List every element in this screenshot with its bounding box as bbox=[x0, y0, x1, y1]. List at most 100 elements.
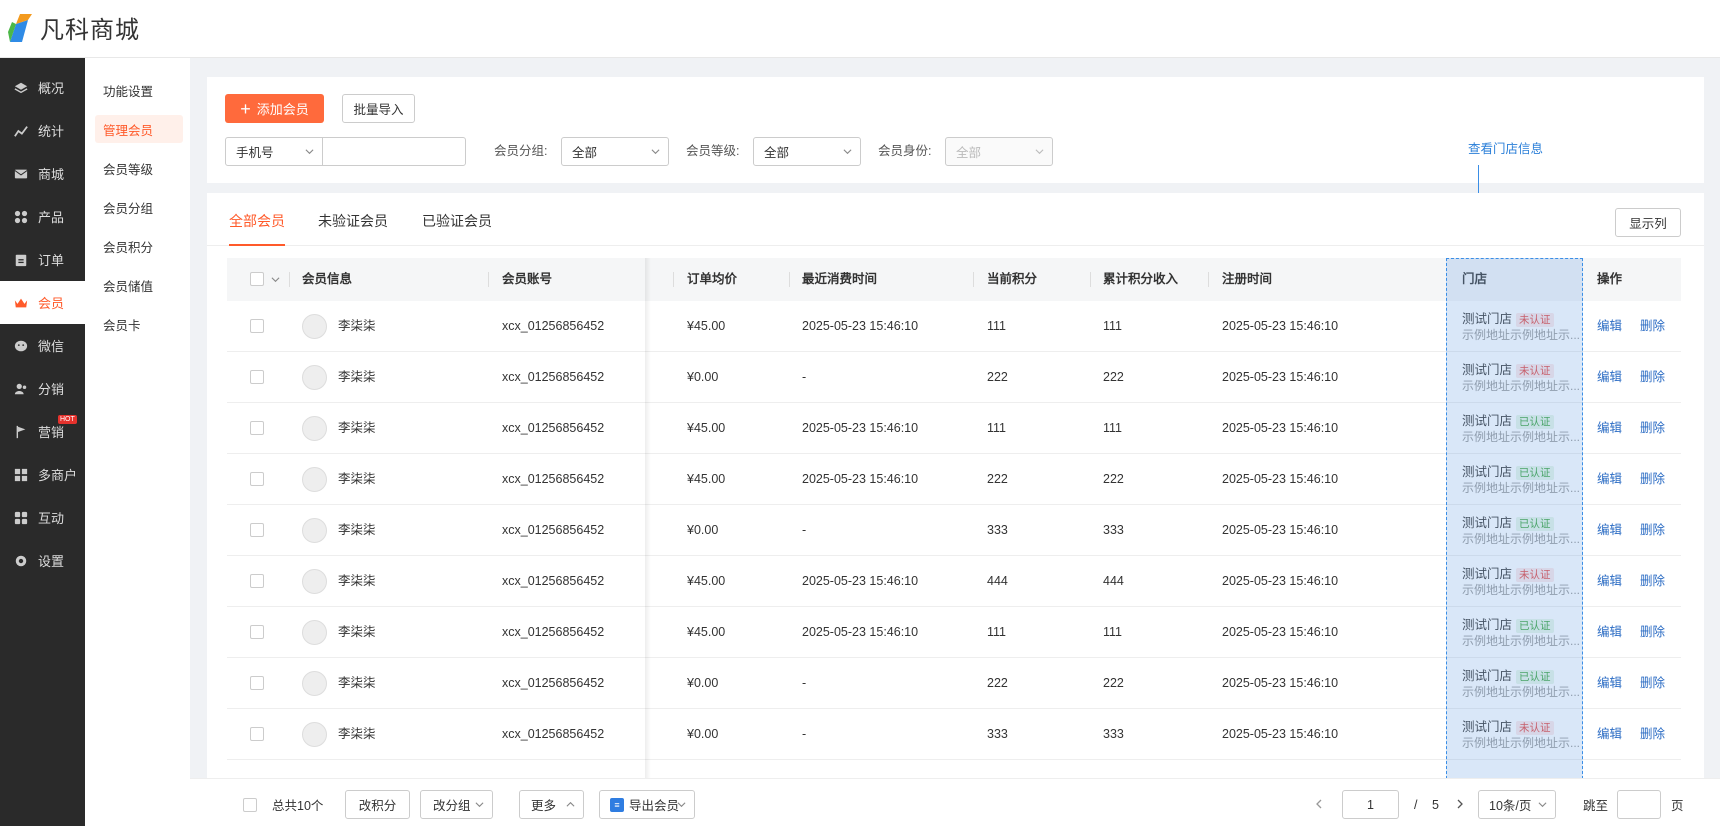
add-member-button[interactable]: + 添加会员 bbox=[225, 94, 324, 123]
footer-select-all-checkbox[interactable] bbox=[243, 798, 257, 812]
search-field-select[interactable]: 手机号 bbox=[225, 137, 323, 166]
nav-item-5[interactable]: 会员 bbox=[0, 281, 85, 324]
subnav-item-6[interactable]: 会员卡 bbox=[95, 310, 183, 338]
edit-link[interactable]: 编辑 bbox=[1597, 658, 1622, 709]
delete-link[interactable]: 删除 bbox=[1640, 301, 1665, 352]
last-purchase-time: - bbox=[802, 727, 807, 741]
nav-item-11[interactable]: 设置 bbox=[0, 539, 85, 582]
register-time: 2025-05-23 15:46:10 bbox=[1222, 421, 1339, 435]
group-filter-value: 全部 bbox=[572, 146, 598, 160]
edit-link[interactable]: 编辑 bbox=[1597, 454, 1622, 505]
edit-link[interactable]: 编辑 bbox=[1597, 505, 1622, 556]
group-filter-select[interactable]: 全部 bbox=[561, 137, 669, 166]
export-icon: ≡ bbox=[610, 797, 624, 812]
subnav-item-5[interactable]: 会员储值 bbox=[95, 271, 183, 299]
tab-verified-members[interactable]: 已验证会员 bbox=[422, 211, 492, 246]
edit-link[interactable]: 编辑 bbox=[1597, 403, 1622, 454]
subnav-item-1[interactable]: 管理会员 bbox=[95, 115, 183, 143]
avatar bbox=[302, 620, 327, 645]
level-filter-select[interactable]: 全部 bbox=[753, 137, 861, 166]
row-checkbox[interactable] bbox=[250, 625, 264, 639]
edit-link[interactable]: 编辑 bbox=[1597, 352, 1622, 403]
search-field-value: 手机号 bbox=[236, 146, 274, 160]
nav-item-7[interactable]: 分销 bbox=[0, 367, 85, 410]
nav-item-0[interactable]: 概况 bbox=[0, 66, 85, 109]
nav-item-8[interactable]: 营销 HOT bbox=[0, 410, 85, 453]
brand-logo[interactable]: 凡科商城 bbox=[6, 10, 140, 45]
subnav-item-4[interactable]: 会员积分 bbox=[95, 232, 183, 260]
row-checkbox[interactable] bbox=[250, 370, 264, 384]
avatar bbox=[302, 518, 327, 543]
subnav-item-0[interactable]: 功能设置 bbox=[95, 76, 183, 104]
gear-icon bbox=[13, 553, 28, 568]
nav-item-label: 概况 bbox=[38, 81, 65, 96]
prev-page-icon[interactable] bbox=[1314, 799, 1324, 809]
avatar bbox=[302, 416, 327, 441]
current-points: 222 bbox=[987, 676, 1008, 690]
row-checkbox[interactable] bbox=[250, 676, 264, 690]
add-member-label: 添加会员 bbox=[256, 102, 309, 117]
subnav-item-3[interactable]: 会员分组 bbox=[95, 193, 183, 221]
register-time: 2025-05-23 15:46:10 bbox=[1222, 727, 1339, 741]
change-group-select[interactable]: 改分组 bbox=[420, 790, 493, 819]
nav-item-1[interactable]: 统计 bbox=[0, 109, 85, 152]
delete-link[interactable]: 删除 bbox=[1640, 505, 1665, 556]
subnav-item-2[interactable]: 会员等级 bbox=[95, 154, 183, 182]
avatar bbox=[302, 467, 327, 492]
current-points: 111 bbox=[987, 421, 1007, 435]
edit-link[interactable]: 编辑 bbox=[1597, 607, 1622, 658]
total-points: 111 bbox=[1103, 421, 1123, 435]
delete-link[interactable]: 删除 bbox=[1640, 403, 1665, 454]
search-input[interactable] bbox=[322, 137, 466, 166]
delete-link[interactable]: 删除 bbox=[1640, 352, 1665, 403]
store-column-highlight bbox=[1446, 258, 1583, 779]
layers-icon bbox=[13, 80, 28, 95]
edit-link[interactable]: 编辑 bbox=[1597, 709, 1622, 760]
change-points-button[interactable]: 改积分 bbox=[345, 790, 410, 819]
delete-link[interactable]: 删除 bbox=[1640, 607, 1665, 658]
row-checkbox[interactable] bbox=[250, 319, 264, 333]
select-all-checkbox[interactable] bbox=[250, 272, 264, 286]
nav-item-4[interactable]: 订单 bbox=[0, 238, 85, 281]
member-name: 李柒柒 bbox=[338, 676, 376, 690]
nav-item-10[interactable]: 互动 bbox=[0, 496, 85, 539]
more-actions-button[interactable]: 更多 bbox=[519, 790, 584, 819]
next-page-icon[interactable] bbox=[1455, 799, 1465, 809]
row-checkbox[interactable] bbox=[250, 421, 264, 435]
last-purchase-time: - bbox=[802, 676, 807, 690]
identity-filter-select[interactable]: 全部 bbox=[945, 137, 1053, 166]
change-group-label: 改分组 bbox=[433, 799, 471, 813]
delete-link[interactable]: 删除 bbox=[1640, 709, 1665, 760]
nav-item-9[interactable]: 多商户 bbox=[0, 453, 85, 496]
batch-import-button[interactable]: 批量导入 bbox=[342, 94, 415, 123]
nav-item-2[interactable]: 商城 bbox=[0, 152, 85, 195]
export-members-button[interactable]: ≡ 导出会员 bbox=[599, 790, 695, 819]
page-number-input[interactable] bbox=[1342, 790, 1399, 819]
wechat-icon bbox=[13, 338, 28, 353]
nav-item-label: 统计 bbox=[38, 124, 65, 139]
row-checkbox[interactable] bbox=[250, 523, 264, 537]
chevron-down-icon bbox=[677, 802, 686, 808]
delete-link[interactable]: 删除 bbox=[1640, 556, 1665, 607]
mail-icon bbox=[13, 166, 28, 181]
nav-item-3[interactable]: 产品 bbox=[0, 195, 85, 238]
jump-page-input[interactable] bbox=[1617, 790, 1661, 819]
row-checkbox[interactable] bbox=[250, 727, 264, 741]
chevron-down-icon bbox=[843, 149, 852, 155]
brand-name: 凡科商城 bbox=[40, 17, 140, 44]
chevron-down-icon[interactable] bbox=[271, 275, 280, 284]
row-checkbox[interactable] bbox=[250, 472, 264, 486]
delete-link[interactable]: 删除 bbox=[1640, 658, 1665, 709]
member-name: 李柒柒 bbox=[338, 523, 376, 537]
row-checkbox[interactable] bbox=[250, 574, 264, 588]
delete-link[interactable]: 删除 bbox=[1640, 454, 1665, 505]
edit-link[interactable]: 编辑 bbox=[1597, 301, 1622, 352]
nav-item-6[interactable]: 微信 bbox=[0, 324, 85, 367]
tab-all-members[interactable]: 全部会员 bbox=[229, 211, 285, 246]
show-columns-button[interactable]: 显示列 bbox=[1615, 208, 1681, 237]
page-size-select[interactable]: 10条/页 bbox=[1478, 790, 1556, 819]
tab-unverified-members[interactable]: 未验证会员 bbox=[318, 211, 388, 246]
edit-link[interactable]: 编辑 bbox=[1597, 556, 1622, 607]
avatar bbox=[302, 671, 327, 696]
nav-item-label: 产品 bbox=[38, 210, 65, 225]
